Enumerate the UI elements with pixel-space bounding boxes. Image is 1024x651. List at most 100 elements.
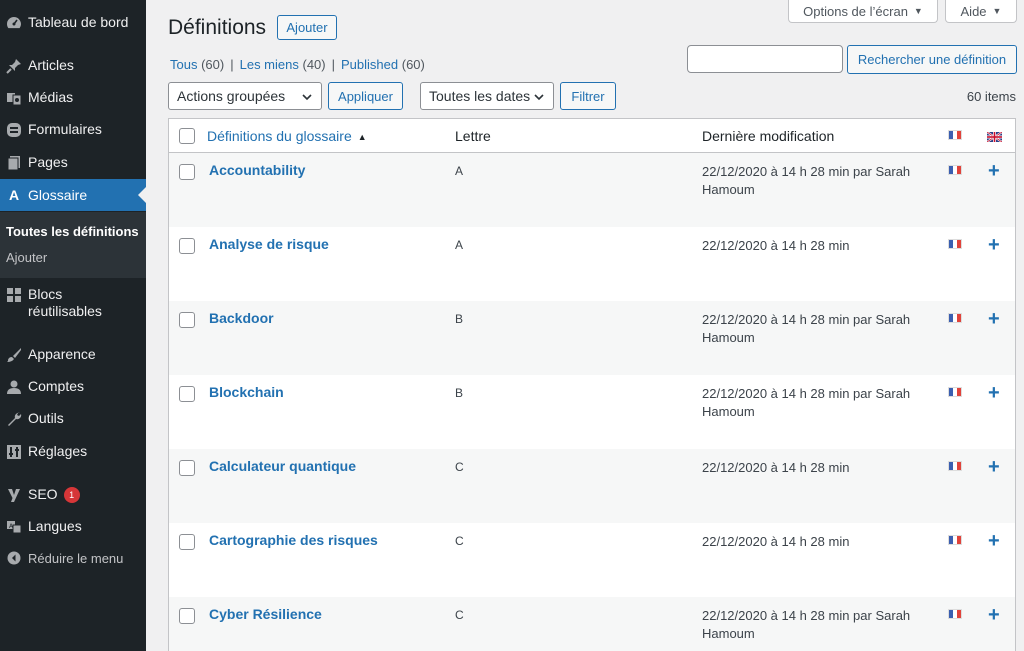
row-checkbox[interactable] [179,460,195,476]
add-translation-icon[interactable]: + [988,383,1000,403]
menu-item-glossaire[interactable]: A Glossaire [0,179,146,211]
search-input[interactable] [687,45,843,73]
definition-title-link[interactable]: Accountability [209,162,305,178]
add-translation-icon[interactable]: + [988,235,1000,255]
yoast-icon [0,486,28,503]
english-flag-icon [986,130,1003,145]
menu-item-medias[interactable]: Médias [0,89,146,106]
last-modified: 22/12/2020 à 14 h 28 min par Sarah Hamou… [702,386,911,419]
help-button[interactable]: Aide ▼ [945,0,1017,23]
pin-icon [0,57,28,74]
definition-letter: C [455,460,464,474]
definition-title-link[interactable]: Calculateur quantique [209,458,356,474]
collapse-arrow-icon [0,550,28,565]
definitions-table: Définitions du glossaire ▲ Lettre Dernièr… [168,118,1016,651]
column-letter: Lettre [455,128,491,144]
table-row: Cyber Résilience C 22/12/2020 à 14 h 28 … [169,597,1015,651]
submenu-add[interactable]: Ajouter [6,250,47,265]
add-translation-icon[interactable]: + [988,605,1000,625]
filter-button[interactable]: Filtrer [560,82,616,110]
page-title: Définitions [168,16,267,39]
last-modified: 22/12/2020 à 14 h 28 min par Sarah Hamou… [702,608,911,641]
add-new-button[interactable]: Ajouter [277,15,337,40]
collapse-menu[interactable]: Réduire le menu [0,550,146,567]
definition-title-link[interactable]: Backdoor [209,310,274,326]
definition-letter: A [455,164,464,178]
search-button[interactable]: Rechercher une définition [847,45,1017,74]
menu-item-apparence[interactable]: Apparence [0,346,146,363]
add-translation-icon[interactable]: + [988,309,1000,329]
row-checkbox[interactable] [179,238,195,254]
definition-letter: C [455,534,464,548]
screen-options-button[interactable]: Options de l’écran ▼ [788,0,938,23]
media-icon [0,89,28,106]
last-modified: 22/12/2020 à 14 h 28 min par Sarah Hamou… [702,312,911,345]
view-all[interactable]: Tous [170,57,197,72]
seo-label: SEO 1 [28,486,80,503]
definition-title-link[interactable]: Blockchain [209,384,284,400]
french-flag-icon[interactable] [948,313,962,323]
chevron-down-icon [302,94,312,101]
admin-sidebar: Tableau de bord Articles Médias Formulai… [0,0,146,651]
row-checkbox[interactable] [179,312,195,328]
definition-letter: C [455,608,464,622]
glossary-submenu: Toutes les définitions Ajouter [0,212,146,278]
french-flag-icon[interactable] [948,239,962,249]
settings-icon [0,443,28,460]
row-checkbox[interactable] [179,534,195,550]
definition-letter: B [455,386,464,400]
sort-asc-icon: ▲ [357,132,367,142]
items-count: 60 items [966,89,1016,104]
chevron-down-icon [534,94,544,101]
menu-item-dashboard[interactable]: Tableau de bord [0,14,146,31]
definition-letter: B [455,312,464,326]
definition-title-link[interactable]: Cyber Résilience [209,606,322,622]
add-translation-icon[interactable]: + [988,457,1000,477]
translate-icon: A [0,518,28,535]
brush-icon [0,346,28,363]
menu-item-pages[interactable]: Pages [0,154,146,171]
dashboard-icon [0,14,28,31]
submenu-all-definitions[interactable]: Toutes les définitions [6,224,139,239]
french-flag-icon[interactable] [948,535,962,545]
view-mine[interactable]: Les miens [240,57,299,72]
menu-item-reglages[interactable]: Réglages [0,443,146,460]
add-translation-icon[interactable]: + [988,531,1000,551]
row-checkbox[interactable] [179,608,195,624]
apply-button[interactable]: Appliquer [328,82,403,110]
table-row: Backdoor B 22/12/2020 à 14 h 28 min par … [169,301,1015,375]
row-checkbox[interactable] [179,386,195,402]
add-translation-icon[interactable]: + [988,161,1000,181]
pages-icon [0,154,28,171]
bulk-actions-select[interactable]: Actions groupées [168,82,322,110]
forms-icon [0,121,28,138]
table-row: Blockchain B 22/12/2020 à 14 h 28 min pa… [169,375,1015,449]
views-filter: Tous (60) | Les miens (40) | Published (60) [170,57,425,72]
column-last-modified: Dernière modification [702,128,835,144]
menu-item-articles[interactable]: Articles [0,57,146,74]
dates-select[interactable]: Toutes les dates [420,82,554,110]
menu-item-seo[interactable]: SEO 1 [0,486,146,503]
definition-title-link[interactable]: Analyse de risque [209,236,329,252]
table-header: Définitions du glossaire ▲ Lettre Dernièr… [169,119,1015,153]
french-flag-icon[interactable] [948,461,962,471]
table-row: Accountability A 22/12/2020 à 14 h 28 mi… [169,153,1015,227]
menu-item-outils[interactable]: Outils [0,410,146,427]
menu-item-comptes[interactable]: Comptes [0,378,146,395]
menu-item-blocs[interactable]: Blocs réutilisables [0,286,146,320]
user-icon [0,378,28,395]
view-published[interactable]: Published [341,57,398,72]
select-all-checkbox[interactable] [179,128,195,144]
caret-down-icon: ▼ [992,6,1002,16]
table-row: Cartographie des risques C 22/12/2020 à … [169,523,1015,597]
french-flag-icon[interactable] [948,387,962,397]
column-title-sortable[interactable]: Définitions du glossaire ▲ [207,128,367,144]
blocks-icon [0,286,28,303]
menu-item-langues[interactable]: A Langues [0,518,146,535]
french-flag-icon[interactable] [948,609,962,619]
row-checkbox[interactable] [179,164,195,180]
definition-title-link[interactable]: Cartographie des risques [209,532,378,548]
definition-letter: A [455,238,464,252]
french-flag-icon[interactable] [948,165,962,175]
menu-item-formulaires[interactable]: Formulaires [0,121,146,138]
